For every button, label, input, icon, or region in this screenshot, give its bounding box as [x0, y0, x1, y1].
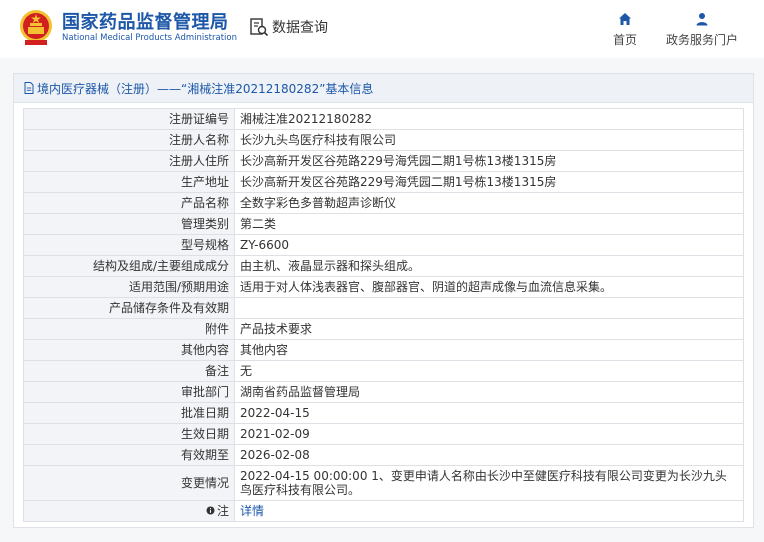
field-label: 管理类别 — [23, 213, 235, 235]
table-row: 其他内容 其他内容 — [23, 339, 744, 361]
field-label: 注册证编号 — [23, 108, 235, 130]
field-value: 长沙九头鸟医疗科技有限公司 — [234, 129, 744, 151]
table-row: 附件 产品技术要求 — [23, 318, 744, 340]
field-value: 2022-04-15 00:00:00 1、变更申请人名称由长沙中至健医疗科技有… — [234, 465, 744, 501]
user-icon — [696, 13, 708, 26]
table-row: 管理类别 第二类 — [23, 213, 744, 235]
field-value: 全数字彩色多普勒超声诊断仪 — [234, 192, 744, 214]
nav-home-label: 首页 — [612, 33, 637, 47]
data-query-link[interactable]: 数据查询 — [249, 16, 328, 38]
table-row: 审批部门 湖南省药品监督管理局 — [23, 381, 744, 403]
field-label: 有效期至 — [23, 444, 235, 466]
field-value: 湘械注准20212180282 — [234, 108, 744, 130]
document-icon — [24, 82, 34, 94]
table-row: 注册人名称 长沙九头鸟医疗科技有限公司 — [23, 129, 744, 151]
field-value: ZY-6600 — [234, 234, 744, 256]
brand-name-en: National Medical Products Administration — [62, 33, 237, 43]
note-value: 详情 — [234, 500, 744, 522]
nav-home[interactable]: 首页 — [606, 12, 644, 48]
field-value: 适用于对人体浅表器官、腹部器官、阴道的超声成像与血流信息采集。 — [234, 276, 744, 298]
site-header: 国家药品监督管理局 National Medical Products Admi… — [0, 0, 764, 58]
device-info-card: 境内医疗器械（注册）——“湘械注准20212180282”基本信息 注册证编号湘… — [13, 73, 754, 528]
table-row: 产品储存条件及有效期 — [23, 297, 744, 319]
detail-link[interactable]: 详情 — [240, 504, 264, 518]
table-row: 注册人住所 长沙高新开发区谷苑路229号海凭园二期1号栋13楼1315房 — [23, 150, 744, 172]
field-label: 批准日期 — [23, 402, 235, 424]
nav-portal-label: 政务服务门户 — [665, 33, 738, 47]
table-row: 产品名称 全数字彩色多普勒超声诊断仪 — [23, 192, 744, 214]
table-row-note: 注 详情 — [23, 500, 744, 522]
field-value — [234, 297, 744, 319]
field-label: 审批部门 — [23, 381, 235, 403]
data-query-label: 数据查询 — [272, 20, 328, 36]
field-label: 生产地址 — [23, 171, 235, 193]
field-value: 无 — [234, 360, 744, 382]
field-value: 湖南省药品监督管理局 — [234, 381, 744, 403]
field-value: 长沙高新开发区谷苑路229号海凭园二期1号栋13楼1315房 — [234, 171, 744, 193]
table-row: 备注无 — [23, 360, 744, 382]
field-value: 长沙高新开发区谷苑路229号海凭园二期1号栋13楼1315房 — [234, 150, 744, 172]
field-label: 产品名称 — [23, 192, 235, 214]
national-emblem-icon — [20, 10, 52, 45]
field-value: 2026-02-08 — [234, 444, 744, 466]
field-value: 2021-02-09 — [234, 423, 744, 445]
field-label: 结构及组成/主要组成成分 — [23, 255, 235, 277]
field-value: 产品技术要求 — [234, 318, 744, 340]
field-label: 附件 — [23, 318, 235, 340]
table-row: 适用范围/预期用途 适用于对人体浅表器官、腹部器官、阴道的超声成像与血流信息采集。 — [23, 276, 744, 298]
field-label: 注册人住所 — [23, 150, 235, 172]
document-search-icon — [250, 18, 269, 37]
field-value: 第二类 — [234, 213, 744, 235]
card-title: 境内医疗器械（注册）——“湘械注准20212180282”基本信息 — [37, 81, 374, 96]
brand-name-cn: 国家药品监督管理局 — [62, 12, 229, 33]
field-label: 其他内容 — [23, 339, 235, 361]
field-label: 生效日期 — [23, 423, 235, 445]
table-row: 型号规格 ZY-6600 — [23, 234, 744, 256]
field-label: 型号规格 — [23, 234, 235, 256]
note-label-text: 注 — [216, 503, 229, 518]
table-row: 批准日期 2022-04-15 — [23, 402, 744, 424]
info-table: 注册证编号 湘械注准20212180282 注册人名称 长沙九头鸟医疗科技有限公司 … — [23, 108, 744, 522]
table-row: 注册证编号 湘械注准20212180282 — [23, 108, 744, 130]
field-value: 2022-04-15 — [234, 402, 744, 424]
field-label: 变更情况 — [23, 465, 235, 501]
table-row: 结构及组成/主要组成成分 由主机、液晶显示器和探头组成。 — [23, 255, 744, 277]
note-label: 注 — [23, 500, 235, 522]
card-header: 境内医疗器械（注册）——“湘械注准20212180282”基本信息 — [14, 74, 753, 103]
field-value: 其他内容 — [234, 339, 744, 361]
field-label: 备注 — [23, 360, 235, 382]
field-value: 由主机、液晶显示器和探头组成。 — [234, 255, 744, 277]
field-label: 注册人名称 — [23, 129, 235, 151]
info-dot-icon — [206, 506, 215, 515]
table-row: 有效期至 2026-02-08 — [23, 444, 744, 466]
nav-service-portal[interactable]: 政务服务门户 — [660, 12, 744, 48]
table-row: 生产地址 长沙高新开发区谷苑路229号海凭园二期1号栋13楼1315房 — [23, 171, 744, 193]
field-label: 产品储存条件及有效期 — [23, 297, 235, 319]
table-row: 生效日期 2021-02-09 — [23, 423, 744, 445]
table-row: 变更情况 2022-04-15 00:00:00 1、变更申请人名称由长沙中至健医… — [23, 465, 744, 501]
field-label: 适用范围/预期用途 — [23, 276, 235, 298]
home-icon — [619, 13, 631, 25]
